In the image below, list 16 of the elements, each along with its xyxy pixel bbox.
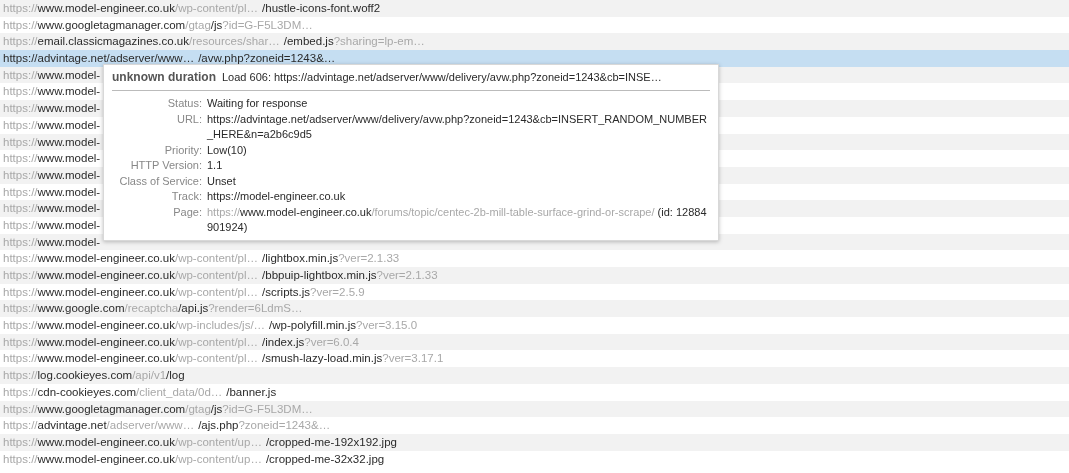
field-value: Low(10) xyxy=(207,142,248,158)
field-label: Page: xyxy=(172,204,202,220)
field-value: https://www.model-engineer.co.uk/forums/topic/centec-2b-mill-table-surface-grind-or-scrape/ (id: 12884901924) xyxy=(207,204,708,235)
field-value: 1.1 xyxy=(207,158,224,173)
field-value: Waiting for response xyxy=(207,96,309,111)
tooltip-heading: Load 606: https://advintage.net/adserver/www/delivery/avw.php?zoneid=1243&cb=INSE… xyxy=(222,71,662,83)
field-label: HTTP Version: xyxy=(129,158,202,173)
field-label: Status: xyxy=(166,96,202,111)
field-label: Class of Service: xyxy=(118,173,202,189)
field-label: Track: xyxy=(170,189,202,204)
field-value: https://advintage.net/adserver/www/delivery/avw.php?zoneid=1243&cb=INSERT_RANDOM_NUMBER_HERE&n=a2b6c9d5 xyxy=(207,111,708,142)
field-value: https://model-engineer.co.uk xyxy=(207,189,347,204)
field-label: URL: xyxy=(175,111,202,127)
field-value: Unset xyxy=(207,173,237,189)
field-label: Priority: xyxy=(163,142,202,158)
duration-label: unknown duration xyxy=(112,70,216,84)
